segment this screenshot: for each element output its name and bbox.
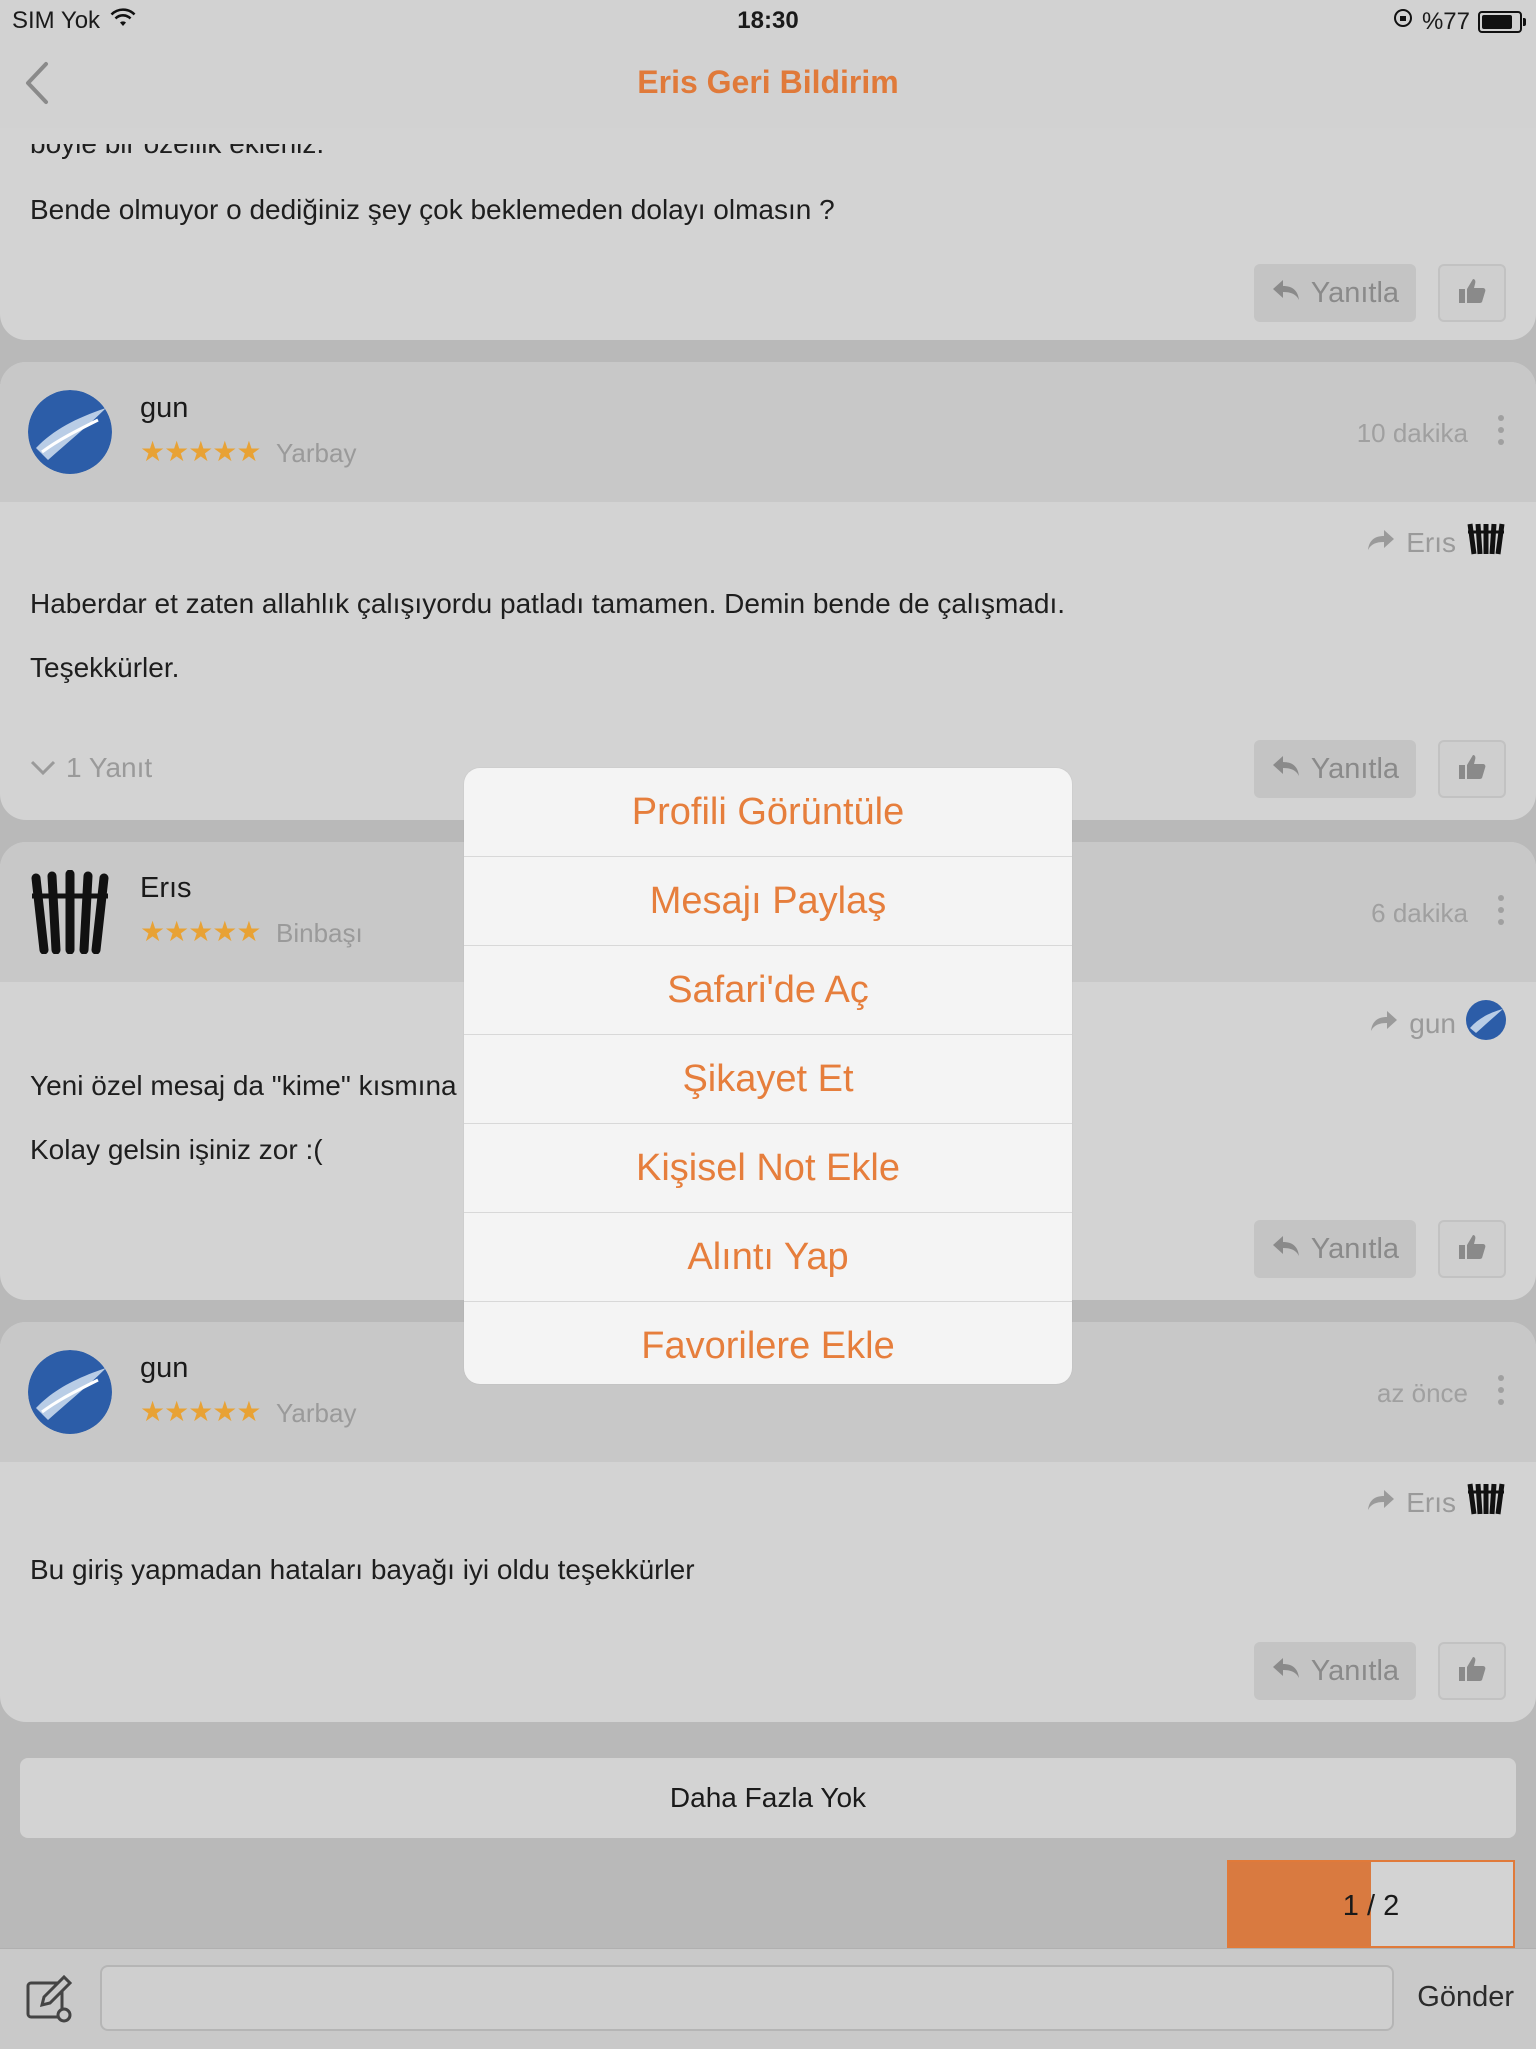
post-text: Bende olmuyor o dediğiniz şey çok beklem…: [30, 194, 835, 225]
page-title: Eris Geri Bildirim: [637, 64, 899, 100]
user-rank: Yarbay: [276, 1398, 357, 1428]
compose-edit-icon[interactable]: [24, 1973, 76, 2025]
post-text: Teşekkürler.: [30, 652, 180, 683]
thumbs-up-icon: [1457, 753, 1487, 786]
reply-label: Yanıtla: [1310, 276, 1400, 309]
page-indicator[interactable]: 1 / 2: [1227, 1860, 1515, 1948]
reply-button[interactable]: Yanıtla: [1254, 740, 1416, 798]
avatar[interactable]: [28, 1350, 112, 1434]
reply-label: Yanıtla: [1310, 1232, 1400, 1265]
reply-label: Yanıtla: [1310, 752, 1400, 785]
more-options-icon[interactable]: [1498, 892, 1506, 928]
like-button[interactable]: [1438, 264, 1506, 322]
navigation-bar: Eris Geri Bildirim: [0, 40, 1536, 128]
user-rank: Binbaşı: [276, 918, 363, 948]
eris-avatar-icon: [1466, 522, 1506, 563]
reply-to-username: gun: [1409, 1007, 1456, 1039]
battery-percent: %77: [1421, 7, 1470, 35]
post-card: böyle bir özellik ekleniz. Bende olmuyor…: [0, 128, 1536, 340]
more-options-icon[interactable]: [1498, 412, 1506, 448]
post-time: az önce: [1376, 1378, 1468, 1408]
reply-to[interactable]: Erıs: [1366, 1482, 1506, 1523]
menu-item-add-personal-note[interactable]: Kişisel Not Ekle: [464, 1124, 1072, 1213]
username[interactable]: Erıs: [140, 872, 192, 905]
replies-toggle[interactable]: 1 Yanıt: [30, 752, 152, 784]
rotation-lock-icon: [1392, 7, 1414, 36]
eris-avatar-icon: [1466, 1482, 1506, 1523]
reply-arrow-icon: [1271, 1655, 1301, 1688]
page-label: 1 / 2: [1342, 1890, 1400, 1922]
post-text: Bu giriş yapmadan hataları bayağı iyi ol…: [30, 1554, 695, 1585]
like-button[interactable]: [1438, 1642, 1506, 1700]
username[interactable]: gun: [140, 1352, 188, 1385]
reply-button[interactable]: Yanıtla: [1254, 1220, 1416, 1278]
menu-item-add-favorites[interactable]: Favorilere Ekle: [464, 1302, 1072, 1384]
status-bar: SIM Yok 18:30 %77: [0, 0, 1536, 40]
reply-to-username: Erıs: [1406, 1486, 1456, 1518]
send-button[interactable]: Gönder: [1417, 1981, 1514, 2014]
message-input[interactable]: [100, 1965, 1394, 2031]
post-text: Kolay gelsin işiniz zor :(: [30, 1134, 323, 1165]
username[interactable]: gun: [140, 392, 188, 425]
thumbs-up-icon: [1457, 277, 1487, 310]
menu-item-quote[interactable]: Alıntı Yap: [464, 1213, 1072, 1302]
thumbs-up-icon: [1457, 1655, 1487, 1688]
reply-to[interactable]: gun: [1369, 1000, 1506, 1047]
battery-icon: [1478, 10, 1526, 33]
menu-item-open-in-safari[interactable]: Safari'de Aç: [464, 946, 1072, 1035]
reply-arrow-icon: [1271, 277, 1301, 310]
action-menu: Profili Görüntüle Mesajı Paylaş Safari'd…: [464, 768, 1072, 1384]
avatar[interactable]: [28, 390, 112, 474]
reply-arrow-icon: [1271, 753, 1301, 786]
reply-button[interactable]: Yanıtla: [1254, 1642, 1416, 1700]
reply-to-arrow-icon: [1366, 1487, 1396, 1519]
menu-item-report[interactable]: Şikayet Et: [464, 1035, 1072, 1124]
rating-stars-icon: ★★★★★: [140, 1396, 262, 1427]
like-button[interactable]: [1438, 1220, 1506, 1278]
reply-button[interactable]: Yanıtla: [1254, 264, 1416, 322]
reply-to-username: Erıs: [1406, 526, 1456, 558]
rating-stars-icon: ★★★★★: [140, 436, 262, 467]
reply-arrow-icon: [1271, 1233, 1301, 1266]
menu-item-view-profile[interactable]: Profili Görüntüle: [464, 768, 1072, 857]
post-time: 6 dakika: [1371, 898, 1468, 928]
post-time: 10 dakika: [1356, 418, 1468, 448]
gun-avatar-icon: [1466, 1000, 1506, 1047]
post-header: gun ★★★★★ Yarbay 10 dakika: [0, 362, 1536, 502]
rating-stars-icon: ★★★★★: [140, 916, 262, 947]
like-button[interactable]: [1438, 740, 1506, 798]
reply-to-arrow-icon: [1366, 527, 1396, 559]
reply-to[interactable]: Erıs: [1366, 522, 1506, 563]
user-rank: Yarbay: [276, 438, 357, 468]
thumbs-up-icon: [1457, 1233, 1487, 1266]
no-more-button[interactable]: Daha Fazla Yok: [20, 1758, 1516, 1838]
post-text: Yeni özel mesaj da "kime" kısmına: [30, 1070, 457, 1101]
menu-item-share-message[interactable]: Mesajı Paylaş: [464, 857, 1072, 946]
reply-to-arrow-icon: [1369, 1008, 1399, 1040]
post-card: gun ★★★★★ Yarbay 10 dakika Erıs Haberdar…: [0, 362, 1536, 820]
more-options-icon[interactable]: [1498, 1372, 1506, 1408]
clock: 18:30: [737, 7, 799, 34]
post-text: Haberdar et zaten allahlık çalışıyordu p…: [30, 588, 1066, 619]
post-text-cut: böyle bir özellik ekleniz.: [30, 128, 325, 159]
avatar[interactable]: [28, 870, 112, 954]
chevron-down-icon: [30, 752, 56, 784]
compose-bar: Gönder: [0, 1948, 1536, 2049]
reply-label: Yanıtla: [1310, 1654, 1400, 1687]
replies-count: 1 Yanıt: [66, 752, 153, 783]
